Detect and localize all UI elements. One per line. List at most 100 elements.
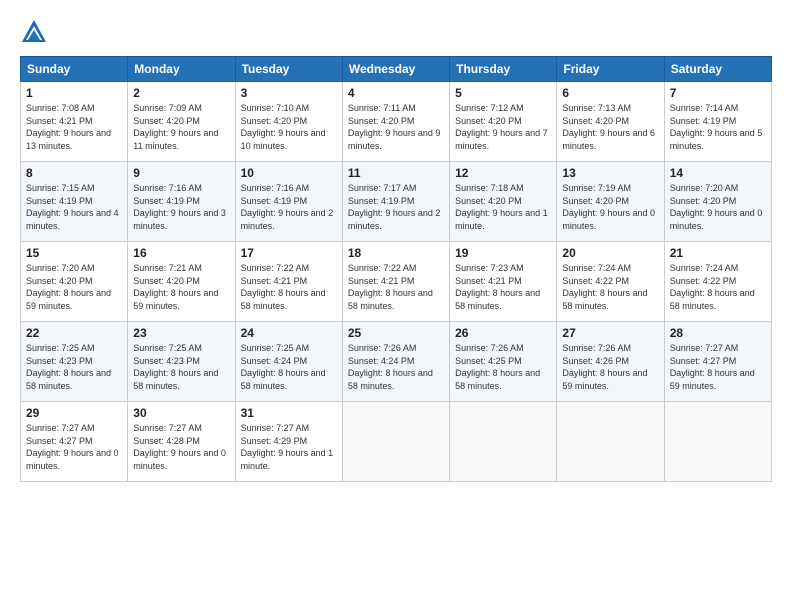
- day-info: Sunrise: 7:27 AMSunset: 4:27 PMDaylight:…: [670, 343, 755, 391]
- calendar-day-cell: 15 Sunrise: 7:20 AMSunset: 4:20 PMDaylig…: [21, 242, 128, 322]
- day-info: Sunrise: 7:23 AMSunset: 4:21 PMDaylight:…: [455, 263, 540, 311]
- calendar-day-cell: [664, 402, 771, 482]
- day-info: Sunrise: 7:26 AMSunset: 4:25 PMDaylight:…: [455, 343, 540, 391]
- day-number: 1: [26, 86, 122, 100]
- calendar-day-cell: 27 Sunrise: 7:26 AMSunset: 4:26 PMDaylig…: [557, 322, 664, 402]
- calendar-day-cell: 11 Sunrise: 7:17 AMSunset: 4:19 PMDaylig…: [342, 162, 449, 242]
- calendar-week-row: 8 Sunrise: 7:15 AMSunset: 4:19 PMDayligh…: [21, 162, 772, 242]
- calendar-day-cell: 22 Sunrise: 7:25 AMSunset: 4:23 PMDaylig…: [21, 322, 128, 402]
- calendar-day-cell: 20 Sunrise: 7:24 AMSunset: 4:22 PMDaylig…: [557, 242, 664, 322]
- day-number: 11: [348, 166, 444, 180]
- logo: [20, 18, 52, 46]
- calendar-day-cell: 9 Sunrise: 7:16 AMSunset: 4:19 PMDayligh…: [128, 162, 235, 242]
- day-number: 27: [562, 326, 658, 340]
- calendar-day-cell: 2 Sunrise: 7:09 AMSunset: 4:20 PMDayligh…: [128, 82, 235, 162]
- day-number: 5: [455, 86, 551, 100]
- day-info: Sunrise: 7:24 AMSunset: 4:22 PMDaylight:…: [670, 263, 755, 311]
- calendar-day-cell: [450, 402, 557, 482]
- calendar-day-cell: 18 Sunrise: 7:22 AMSunset: 4:21 PMDaylig…: [342, 242, 449, 322]
- calendar-week-row: 15 Sunrise: 7:20 AMSunset: 4:20 PMDaylig…: [21, 242, 772, 322]
- day-info: Sunrise: 7:25 AMSunset: 4:24 PMDaylight:…: [241, 343, 326, 391]
- day-info: Sunrise: 7:11 AMSunset: 4:20 PMDaylight:…: [348, 103, 441, 151]
- day-info: Sunrise: 7:21 AMSunset: 4:20 PMDaylight:…: [133, 263, 218, 311]
- day-number: 17: [241, 246, 337, 260]
- calendar-day-cell: 21 Sunrise: 7:24 AMSunset: 4:22 PMDaylig…: [664, 242, 771, 322]
- calendar-day-cell: 29 Sunrise: 7:27 AMSunset: 4:27 PMDaylig…: [21, 402, 128, 482]
- day-number: 9: [133, 166, 229, 180]
- day-info: Sunrise: 7:20 AMSunset: 4:20 PMDaylight:…: [670, 183, 763, 231]
- day-number: 6: [562, 86, 658, 100]
- day-number: 18: [348, 246, 444, 260]
- day-number: 8: [26, 166, 122, 180]
- day-number: 3: [241, 86, 337, 100]
- day-number: 23: [133, 326, 229, 340]
- day-info: Sunrise: 7:14 AMSunset: 4:19 PMDaylight:…: [670, 103, 763, 151]
- day-number: 28: [670, 326, 766, 340]
- day-number: 13: [562, 166, 658, 180]
- day-number: 20: [562, 246, 658, 260]
- day-info: Sunrise: 7:10 AMSunset: 4:20 PMDaylight:…: [241, 103, 326, 151]
- day-info: Sunrise: 7:08 AMSunset: 4:21 PMDaylight:…: [26, 103, 111, 151]
- day-number: 15: [26, 246, 122, 260]
- calendar-day-cell: 26 Sunrise: 7:26 AMSunset: 4:25 PMDaylig…: [450, 322, 557, 402]
- calendar-day-cell: 13 Sunrise: 7:19 AMSunset: 4:20 PMDaylig…: [557, 162, 664, 242]
- calendar-table: SundayMondayTuesdayWednesdayThursdayFrid…: [20, 56, 772, 482]
- day-number: 14: [670, 166, 766, 180]
- day-number: 24: [241, 326, 337, 340]
- day-info: Sunrise: 7:20 AMSunset: 4:20 PMDaylight:…: [26, 263, 111, 311]
- calendar-day-cell: 25 Sunrise: 7:26 AMSunset: 4:24 PMDaylig…: [342, 322, 449, 402]
- calendar-day-cell: 14 Sunrise: 7:20 AMSunset: 4:20 PMDaylig…: [664, 162, 771, 242]
- day-number: 31: [241, 406, 337, 420]
- day-info: Sunrise: 7:22 AMSunset: 4:21 PMDaylight:…: [241, 263, 326, 311]
- calendar-week-row: 29 Sunrise: 7:27 AMSunset: 4:27 PMDaylig…: [21, 402, 772, 482]
- calendar-day-cell: 28 Sunrise: 7:27 AMSunset: 4:27 PMDaylig…: [664, 322, 771, 402]
- day-number: 22: [26, 326, 122, 340]
- calendar-day-cell: 24 Sunrise: 7:25 AMSunset: 4:24 PMDaylig…: [235, 322, 342, 402]
- logo-icon: [20, 18, 48, 46]
- calendar-week-row: 1 Sunrise: 7:08 AMSunset: 4:21 PMDayligh…: [21, 82, 772, 162]
- calendar-day-cell: [342, 402, 449, 482]
- calendar-day-cell: 1 Sunrise: 7:08 AMSunset: 4:21 PMDayligh…: [21, 82, 128, 162]
- day-number: 16: [133, 246, 229, 260]
- day-info: Sunrise: 7:26 AMSunset: 4:26 PMDaylight:…: [562, 343, 647, 391]
- calendar-day-cell: 10 Sunrise: 7:16 AMSunset: 4:19 PMDaylig…: [235, 162, 342, 242]
- calendar-day-cell: 16 Sunrise: 7:21 AMSunset: 4:20 PMDaylig…: [128, 242, 235, 322]
- calendar-weekday-header: Saturday: [664, 57, 771, 82]
- day-number: 29: [26, 406, 122, 420]
- day-info: Sunrise: 7:27 AMSunset: 4:27 PMDaylight:…: [26, 423, 119, 471]
- calendar-day-cell: 12 Sunrise: 7:18 AMSunset: 4:20 PMDaylig…: [450, 162, 557, 242]
- calendar-day-cell: 17 Sunrise: 7:22 AMSunset: 4:21 PMDaylig…: [235, 242, 342, 322]
- calendar-week-row: 22 Sunrise: 7:25 AMSunset: 4:23 PMDaylig…: [21, 322, 772, 402]
- calendar-weekday-header: Wednesday: [342, 57, 449, 82]
- calendar-day-cell: 31 Sunrise: 7:27 AMSunset: 4:29 PMDaylig…: [235, 402, 342, 482]
- day-info: Sunrise: 7:16 AMSunset: 4:19 PMDaylight:…: [241, 183, 334, 231]
- page-header: [20, 18, 772, 46]
- day-number: 12: [455, 166, 551, 180]
- day-info: Sunrise: 7:22 AMSunset: 4:21 PMDaylight:…: [348, 263, 433, 311]
- day-number: 30: [133, 406, 229, 420]
- calendar-day-cell: 23 Sunrise: 7:25 AMSunset: 4:23 PMDaylig…: [128, 322, 235, 402]
- day-info: Sunrise: 7:25 AMSunset: 4:23 PMDaylight:…: [26, 343, 111, 391]
- calendar-day-cell: 19 Sunrise: 7:23 AMSunset: 4:21 PMDaylig…: [450, 242, 557, 322]
- calendar-day-cell: 7 Sunrise: 7:14 AMSunset: 4:19 PMDayligh…: [664, 82, 771, 162]
- calendar-day-cell: [557, 402, 664, 482]
- calendar-day-cell: 8 Sunrise: 7:15 AMSunset: 4:19 PMDayligh…: [21, 162, 128, 242]
- day-info: Sunrise: 7:26 AMSunset: 4:24 PMDaylight:…: [348, 343, 433, 391]
- day-info: Sunrise: 7:24 AMSunset: 4:22 PMDaylight:…: [562, 263, 647, 311]
- calendar-weekday-header: Thursday: [450, 57, 557, 82]
- calendar-weekday-header: Friday: [557, 57, 664, 82]
- day-number: 7: [670, 86, 766, 100]
- day-number: 25: [348, 326, 444, 340]
- day-number: 26: [455, 326, 551, 340]
- day-number: 10: [241, 166, 337, 180]
- calendar-weekday-header: Sunday: [21, 57, 128, 82]
- day-info: Sunrise: 7:16 AMSunset: 4:19 PMDaylight:…: [133, 183, 226, 231]
- day-info: Sunrise: 7:12 AMSunset: 4:20 PMDaylight:…: [455, 103, 548, 151]
- day-info: Sunrise: 7:13 AMSunset: 4:20 PMDaylight:…: [562, 103, 655, 151]
- calendar-header-row: SundayMondayTuesdayWednesdayThursdayFrid…: [21, 57, 772, 82]
- day-number: 2: [133, 86, 229, 100]
- calendar-day-cell: 4 Sunrise: 7:11 AMSunset: 4:20 PMDayligh…: [342, 82, 449, 162]
- day-info: Sunrise: 7:18 AMSunset: 4:20 PMDaylight:…: [455, 183, 548, 231]
- day-number: 4: [348, 86, 444, 100]
- calendar-day-cell: 3 Sunrise: 7:10 AMSunset: 4:20 PMDayligh…: [235, 82, 342, 162]
